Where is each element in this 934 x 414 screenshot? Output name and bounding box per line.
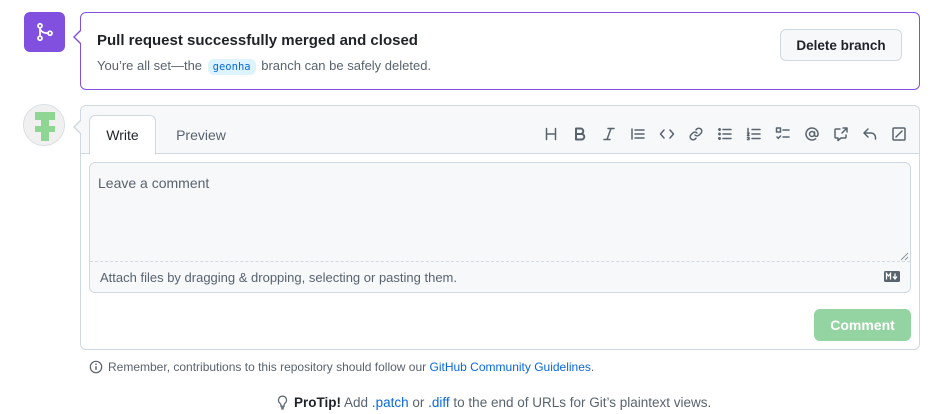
merge-status-subtitle: You’re all set—the geonha branch can be … xyxy=(97,58,432,75)
info-icon xyxy=(89,360,103,374)
comment-editor: Attach files by dragging & dropping, sel… xyxy=(89,162,911,293)
heading-icon[interactable] xyxy=(536,122,565,146)
contribution-reminder: Remember, contributions to this reposito… xyxy=(89,360,594,374)
mention-icon[interactable] xyxy=(797,122,826,146)
markdown-icon[interactable] xyxy=(884,271,900,282)
community-guidelines-link[interactable]: GitHub Community Guidelines xyxy=(430,360,591,374)
fullscreen-icon[interactable] xyxy=(884,122,913,146)
comment-textarea[interactable] xyxy=(90,163,910,262)
quote-icon[interactable] xyxy=(623,122,652,146)
branch-name-badge[interactable]: geonha xyxy=(207,59,256,75)
comment-submit-button[interactable]: Comment xyxy=(814,309,911,341)
code-icon[interactable] xyxy=(652,122,681,146)
saved-reply-icon[interactable] xyxy=(855,122,884,146)
subtitle-suffix: branch can be safely deleted. xyxy=(261,58,432,73)
attach-files-hint[interactable]: Attach files by dragging & dropping, sel… xyxy=(100,270,457,285)
resize-grip-icon[interactable] xyxy=(899,251,909,261)
git-merge-icon xyxy=(24,12,65,52)
avatar[interactable] xyxy=(23,104,65,146)
patch-link[interactable]: .patch xyxy=(372,395,409,410)
markdown-toolbar xyxy=(536,122,913,146)
diff-link[interactable]: .diff xyxy=(428,395,450,410)
link-icon[interactable] xyxy=(681,122,710,146)
protip: ProTip! Add .patch or .diff to the end o… xyxy=(276,395,711,410)
numbered-list-icon[interactable] xyxy=(739,122,768,146)
cross-reference-icon[interactable] xyxy=(826,122,855,146)
subtitle-prefix: You’re all set—the xyxy=(97,58,203,73)
merge-status-title: Pull request successfully merged and clo… xyxy=(97,32,418,49)
protip-text: Add xyxy=(344,395,369,410)
new-comment-form: Write Preview Leave a comment Attach fil… xyxy=(73,105,920,350)
bulleted-list-icon[interactable] xyxy=(710,122,739,146)
protip-label: ProTip! xyxy=(294,395,341,410)
delete-branch-button[interactable]: Delete branch xyxy=(780,29,902,61)
editor-tabbar: Write Preview xyxy=(81,106,919,155)
lightbulb-icon xyxy=(277,395,288,410)
tab-preview[interactable]: Preview xyxy=(165,115,237,155)
reminder-text: Remember, contributions to this reposito… xyxy=(108,360,427,374)
protip-text: or xyxy=(412,395,425,410)
merge-status-banner: Pull request successfully merged and clo… xyxy=(73,12,920,90)
italic-icon[interactable] xyxy=(594,122,623,146)
task-list-icon[interactable] xyxy=(768,122,797,146)
protip-text: to the end of URLs for Git’s plaintext v… xyxy=(453,395,712,410)
bold-icon[interactable] xyxy=(565,122,594,146)
reminder-suffix: . xyxy=(590,360,595,374)
tab-write[interactable]: Write xyxy=(89,115,156,155)
